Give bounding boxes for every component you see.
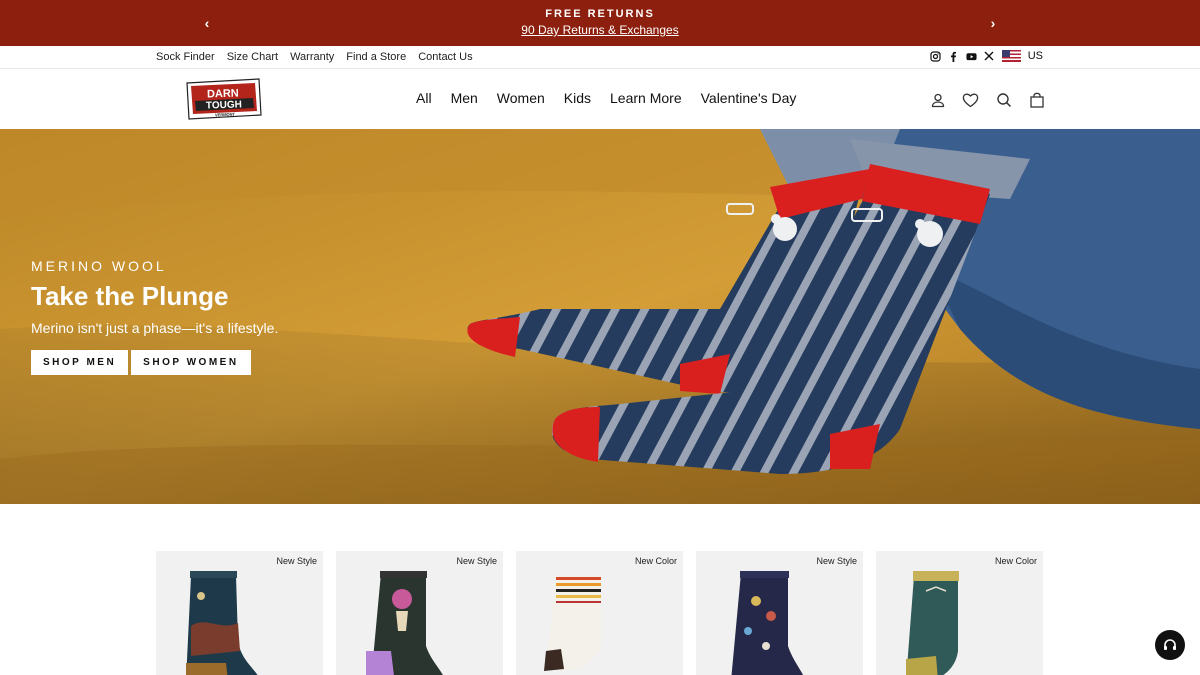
announcement-link[interactable]: 90 Day Returns & Exchanges [0, 23, 1200, 37]
account-icon[interactable] [929, 91, 946, 108]
wishlist-heart-icon[interactable] [962, 91, 979, 108]
hero-headline: Take the Plunge [31, 281, 229, 311]
utility-bar: Sock Finder Size Chart Warranty Find a S… [0, 46, 1200, 69]
nav-men[interactable]: Men [451, 90, 478, 106]
hero-banner: MERINO WOOL Take the Plunge Merino isn't… [0, 129, 1200, 504]
find-a-store-link[interactable]: Find a Store [346, 51, 406, 63]
darn-tough-logo[interactable]: DARN TOUGH VERMONT [183, 77, 263, 121]
product-card[interactable]: New Style [696, 551, 863, 675]
hero-subhead: Merino isn't just a phase—it's a lifesty… [31, 320, 279, 336]
nav-women[interactable]: Women [497, 90, 545, 106]
instagram-icon[interactable] [930, 50, 941, 62]
product-grid: New Style New Style New Color New Style … [156, 551, 1043, 675]
search-icon[interactable] [995, 91, 1012, 108]
product-image-sock [544, 576, 601, 671]
youtube-icon[interactable] [966, 51, 977, 62]
warranty-link[interactable]: Warranty [290, 51, 334, 63]
product-image-sock [366, 571, 443, 675]
nav-kids[interactable]: Kids [564, 90, 591, 106]
hero-image [0, 129, 1200, 504]
shop-men-button[interactable]: SHOP MEN [31, 350, 129, 375]
product-image-sock [906, 571, 959, 675]
main-header: DARN TOUGH VERMONT All Men Women Kids Le… [0, 69, 1200, 129]
sock-finder-link[interactable]: Sock Finder [156, 51, 215, 63]
size-chart-link[interactable]: Size Chart [227, 51, 278, 63]
logo-text-darn: DARN [207, 87, 239, 100]
product-card[interactable]: New Style [156, 551, 323, 675]
facebook-icon[interactable] [948, 51, 959, 62]
us-flag-icon[interactable] [1001, 50, 1021, 62]
product-card[interactable]: New Color [876, 551, 1043, 675]
hero-eyebrow: MERINO WOOL [31, 258, 167, 274]
country-selector[interactable]: US [1028, 50, 1043, 62]
chat-support-button[interactable] [1155, 630, 1185, 660]
announcement-bar: ‹ FREE RETURNS 90 Day Returns & Exchange… [0, 0, 1200, 46]
headset-icon [1164, 639, 1176, 650]
product-card[interactable]: New Color [516, 551, 683, 675]
logo-text-tough: TOUGH [206, 99, 242, 111]
product-image-sock [731, 571, 804, 675]
announcement-title: FREE RETURNS [545, 8, 655, 20]
product-image-sock [186, 571, 258, 675]
nav-all[interactable]: All [416, 90, 432, 106]
chevron-right-icon[interactable]: › [983, 14, 1003, 32]
shop-women-button[interactable]: SHOP WOMEN [131, 350, 251, 375]
product-card[interactable]: New Style [336, 551, 503, 675]
main-nav: All Men Women Kids Learn More Valentine'… [416, 90, 796, 106]
x-icon[interactable] [984, 51, 995, 62]
cart-icon[interactable] [1028, 91, 1045, 108]
contact-us-link[interactable]: Contact Us [418, 51, 472, 63]
nav-learn-more[interactable]: Learn More [610, 90, 682, 106]
logo-text-vermont: VERMONT [215, 112, 236, 118]
nav-valentines-day[interactable]: Valentine's Day [701, 90, 797, 106]
